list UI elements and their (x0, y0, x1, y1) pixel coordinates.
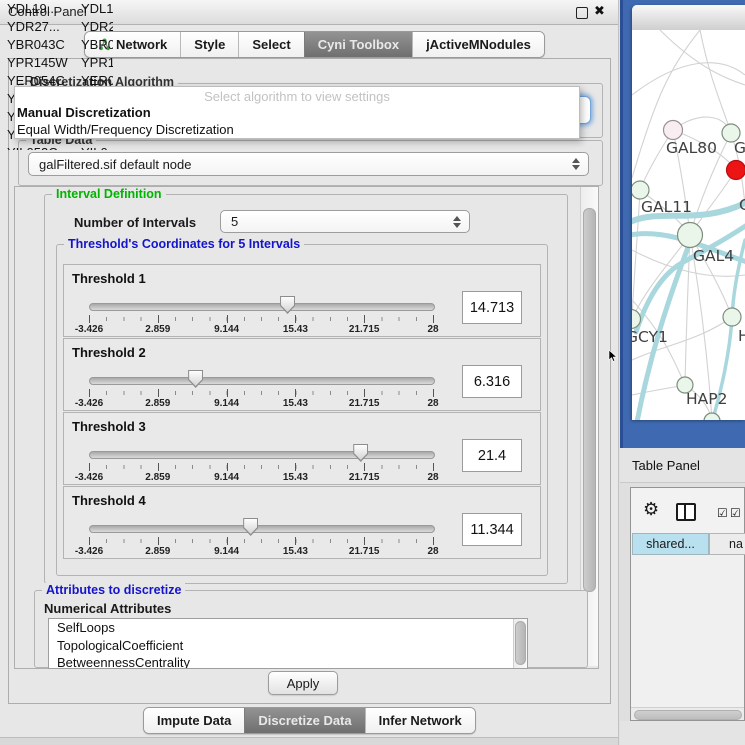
svg-text:GCY1: GCY1 (632, 328, 668, 346)
table-row[interactable]: YIL052CYIL0 (0, 144, 113, 150)
tab-discretize-data[interactable]: Discretize Data (244, 708, 364, 733)
network-window-titlebar[interactable] (632, 5, 745, 31)
slider-thumb[interactable] (188, 370, 203, 388)
slider-minor-ticks (89, 391, 434, 395)
threshold-3-slider[interactable]: -3.426 2.859 9.144 15.43 21.715 28 (89, 443, 433, 483)
svg-text:GAL80: GAL80 (666, 139, 717, 157)
threshold-3-panel: Threshold 3 -3.426 2.859 9.144 15.43 21.… (63, 412, 541, 485)
thresholds-group-label: Threshold's Coordinates for 5 Intervals (64, 237, 304, 251)
table-panel-footer (620, 721, 745, 745)
list-item[interactable]: SelfLoops (49, 619, 527, 637)
attributes-group-label: Attributes to discretize (42, 583, 185, 597)
dropdown-placeholder: Select algorithm to view settings (15, 87, 579, 104)
svg-text:GAL4: GAL4 (693, 247, 734, 265)
dropdown-option-equal-width[interactable]: Equal Width/Frequency Discretization (15, 121, 579, 138)
bottom-tab-bar: Impute Data Discretize Data Infer Networ… (143, 707, 476, 734)
slider-track[interactable] (89, 303, 435, 311)
node-red-selected[interactable] (727, 161, 745, 180)
dropdown-option-manual[interactable]: Manual Discretization (15, 104, 579, 121)
slider-minor-ticks (89, 539, 434, 543)
threshold-4-value-field[interactable]: 11.344 (462, 513, 522, 546)
horizontal-scrollbar-thumb[interactable] (634, 710, 742, 720)
threshold-1-slider[interactable]: -3.426 2.859 9.144 15.43 21.715 28 (89, 295, 433, 335)
combo-arrows-icon (572, 158, 580, 170)
threshold-1-value-field[interactable]: 14.713 (462, 291, 522, 324)
threshold-1-panel: Threshold 1 -3.426 2.859 9.144 15.43 21.… (63, 264, 541, 337)
column-header-shared-name[interactable]: shared... (632, 533, 709, 555)
list-item[interactable]: TopologicalCoefficient (49, 637, 527, 655)
numerical-attributes-label: Numerical Attributes (44, 601, 171, 616)
svg-text:H: H (738, 327, 745, 345)
close-icon[interactable]: ✖ (594, 4, 605, 19)
top-tab-bar: Network Style Select Cyni Toolbox jActiv… (84, 31, 545, 58)
slider-track[interactable] (89, 525, 435, 533)
gear-icon[interactable]: ⚙ (643, 499, 659, 520)
node-h[interactable] (723, 308, 741, 326)
mouse-cursor (608, 350, 618, 362)
table-row[interactable]: YDL19...YDL1 (0, 0, 113, 18)
table-row[interactable]: YBR043CYBR0 (0, 36, 113, 54)
threshold-2-panel: Threshold 2 -3.426 2.859 9.144 15.43 21.… (63, 338, 541, 411)
network-canvas[interactable]: GAL80 GA GAL11 C GAL4 GCY1 H HAP2 (632, 30, 745, 420)
list-scrollbar[interactable] (513, 619, 527, 668)
table-header-row: shared... na (631, 533, 745, 556)
node-gal4[interactable] (678, 223, 703, 248)
node-bottom-partial[interactable] (704, 413, 720, 420)
table-panel-header: Table Panel (620, 448, 745, 483)
slider-thumb[interactable] (353, 444, 368, 462)
list-scrollbar-thumb[interactable] (515, 621, 526, 665)
slider-track[interactable] (89, 451, 435, 459)
slider-track[interactable] (89, 377, 435, 385)
checkbox-icon[interactable]: ☑ (717, 506, 728, 520)
tab-style[interactable]: Style (180, 32, 238, 57)
control-panel: Control Panel ✖ Network Style Select Cyn… (0, 0, 619, 745)
svg-text:C: C (739, 196, 745, 214)
slider-thumb[interactable] (243, 518, 258, 536)
node-gal80[interactable] (664, 121, 683, 140)
algorithm-dropdown-popup: Select algorithm to view settings Manual… (14, 86, 580, 139)
tab-infer-network[interactable]: Infer Network (365, 708, 475, 733)
tab-select[interactable]: Select (238, 32, 303, 57)
tab-cyni-toolbox[interactable]: Cyni Toolbox (304, 32, 412, 57)
svg-text:HAP2: HAP2 (686, 390, 727, 408)
slider-minor-ticks (89, 465, 434, 469)
node-gal11[interactable] (632, 181, 649, 199)
table-row[interactable]: YPR145WYPR1 (0, 54, 113, 72)
horizontal-scrollbar[interactable] (631, 707, 744, 720)
number-of-intervals-combobox[interactable]: 5 (220, 210, 470, 233)
application-window: Control Panel ✖ Network Style Select Cyn… (0, 0, 745, 745)
table-panel-title: Table Panel (632, 458, 700, 473)
svg-text:GA: GA (734, 139, 745, 157)
threshold-2-value-field[interactable]: 6.316 (462, 365, 522, 398)
threshold-2-slider[interactable]: -3.426 2.859 9.144 15.43 21.715 28 (89, 369, 433, 409)
column-layout-icon[interactable] (676, 503, 696, 521)
threshold-3-value-field[interactable]: 21.4 (462, 439, 522, 472)
network-graph: GAL80 GA GAL11 C GAL4 GCY1 H HAP2 (632, 30, 745, 420)
combo-arrows-icon (453, 216, 461, 228)
threshold-4-slider[interactable]: -3.426 2.859 9.144 15.43 21.715 28 (89, 517, 433, 557)
svg-text:GAL11: GAL11 (641, 198, 692, 216)
numerical-attributes-list[interactable]: SelfLoops TopologicalCoefficient Between… (48, 618, 528, 669)
panel-bottom-edge (0, 737, 618, 745)
apply-button[interactable]: Apply (268, 671, 338, 695)
column-header-name[interactable]: na (709, 533, 745, 555)
table-row[interactable]: YDR27...YDR2 (0, 18, 113, 36)
tab-impute-data[interactable]: Impute Data (144, 708, 244, 733)
threshold-4-panel: Threshold 4 -3.426 2.859 9.144 15.43 21.… (63, 486, 541, 559)
interval-definition-label: Interval Definition (52, 187, 166, 201)
slider-minor-ticks (89, 317, 434, 321)
slider-thumb[interactable] (280, 296, 295, 314)
vertical-scrollbar-thumb[interactable] (583, 208, 596, 592)
tab-jactivemnodules[interactable]: jActiveMNodules (412, 32, 544, 57)
number-of-intervals-label: Number of Intervals (74, 215, 196, 230)
list-item[interactable]: BetweennessCentrality (49, 654, 527, 669)
float-window-icon[interactable] (576, 7, 588, 19)
table-data-combobox[interactable]: galFiltered.sif default node (28, 152, 589, 176)
checkbox-icon[interactable]: ☑ (730, 506, 741, 520)
